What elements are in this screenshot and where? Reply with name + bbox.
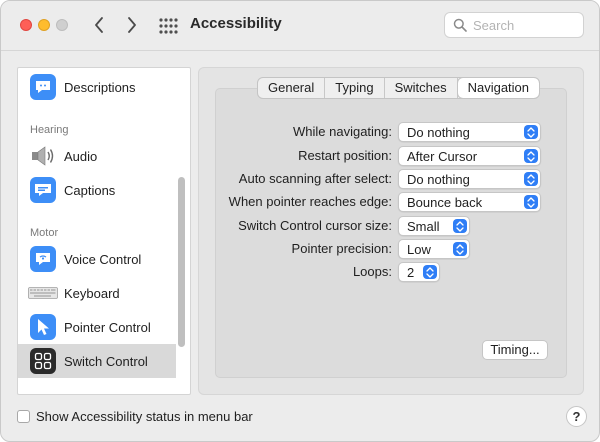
- chevron-left-icon: [95, 17, 103, 33]
- sidebar-item-voice-control[interactable]: Voice Control: [18, 242, 176, 276]
- speech-bubble-icon: [30, 74, 56, 100]
- up-down-arrows-icon: [423, 265, 437, 279]
- sidebar-item-label: Captions: [64, 182, 116, 198]
- cursor-size-label: Switch Control cursor size:: [238, 218, 392, 233]
- up-down-arrows-icon: [524, 195, 538, 209]
- sidebar-item-captions[interactable]: Captions: [18, 173, 176, 207]
- sidebar-item-label: Voice Control: [64, 251, 142, 267]
- show-status-checkbox[interactable]: [17, 410, 30, 423]
- popup-value: 2: [407, 265, 415, 280]
- section-heading-motor: Motor: [30, 227, 59, 239]
- section-heading-hearing: Hearing: [30, 124, 69, 136]
- up-down-arrows-icon: [524, 125, 538, 139]
- pointer-precision-label: Pointer precision:: [291, 241, 392, 256]
- sidebar-item-label: Audio: [64, 148, 98, 164]
- popup-value: Small: [407, 219, 440, 234]
- tab-navigation[interactable]: Navigation: [457, 78, 540, 98]
- tab-typing[interactable]: Typing: [325, 78, 385, 98]
- popup-value: Bounce back: [407, 195, 483, 210]
- restart-position-label: Restart position:: [298, 148, 392, 163]
- auto-scanning-label: Auto scanning after select:: [238, 171, 392, 186]
- voice-control-icon: [30, 246, 56, 272]
- speaker-icon: [30, 143, 56, 169]
- search-field[interactable]: [444, 12, 584, 38]
- loops-label: Loops:: [352, 264, 392, 279]
- captions-icon: [30, 177, 56, 203]
- auto-scanning-popup[interactable]: Do nothing: [398, 169, 541, 189]
- sidebar-item-label: Pointer Control: [64, 319, 151, 335]
- sidebar-item-keyboard[interactable]: Keyboard: [18, 276, 176, 310]
- up-down-arrows-icon: [524, 149, 538, 163]
- up-down-arrows-icon: [453, 219, 467, 233]
- popup-value: Do nothing: [407, 172, 470, 187]
- show-all-button[interactable]: [158, 16, 178, 36]
- cursor-size-popup[interactable]: Small: [398, 216, 470, 236]
- timing-button[interactable]: Timing...: [482, 340, 548, 360]
- restart-position-popup[interactable]: After Cursor: [398, 146, 541, 166]
- sidebar-item-label: Descriptions: [64, 79, 136, 95]
- tab-switches[interactable]: Switches: [385, 78, 458, 98]
- sidebar-item-pointer-control[interactable]: Pointer Control: [18, 310, 176, 344]
- back-button[interactable]: [88, 13, 110, 37]
- sidebar-item-descriptions[interactable]: Descriptions: [18, 70, 176, 104]
- minimize-window-button[interactable]: [38, 19, 50, 31]
- tab-general[interactable]: General: [258, 78, 326, 98]
- pointer-edge-popup[interactable]: Bounce back: [398, 192, 541, 212]
- sidebar: Descriptions Hearing Audio Captions Moto…: [17, 67, 191, 395]
- popup-value: Low: [407, 242, 431, 257]
- while-navigating-popup[interactable]: Do nothing: [398, 122, 541, 142]
- show-status-label: Show Accessibility status in menu bar: [36, 409, 253, 424]
- pointer-icon: [30, 314, 56, 340]
- popup-value: Do nothing: [407, 125, 470, 140]
- switch-control-icon: [30, 348, 56, 374]
- help-button[interactable]: ?: [566, 406, 587, 427]
- up-down-arrows-icon: [453, 242, 467, 256]
- window-title: Accessibility: [190, 15, 282, 32]
- sidebar-item-audio[interactable]: Audio: [18, 139, 176, 173]
- zoom-window-button[interactable]: [56, 19, 68, 31]
- popup-value: After Cursor: [407, 149, 478, 164]
- title-bar: Accessibility: [1, 1, 599, 51]
- search-icon: [453, 18, 467, 32]
- up-down-arrows-icon: [524, 172, 538, 186]
- close-window-button[interactable]: [20, 19, 32, 31]
- grid-icon: [159, 18, 178, 34]
- forward-button[interactable]: [121, 13, 143, 37]
- sidebar-item-label: Keyboard: [64, 285, 120, 301]
- pointer-precision-popup[interactable]: Low: [398, 239, 470, 259]
- tab-bar: General Typing Switches Navigation: [257, 77, 541, 99]
- loops-popup[interactable]: 2: [398, 262, 440, 282]
- while-navigating-label: While navigating:: [293, 124, 392, 139]
- search-input[interactable]: [473, 17, 578, 34]
- preferences-window: Accessibility Descriptions Hearing Audio…: [0, 0, 600, 442]
- chevron-right-icon: [128, 17, 136, 33]
- sidebar-item-label: Switch Control: [64, 353, 148, 369]
- pointer-edge-label: When pointer reaches edge:: [228, 194, 392, 209]
- keyboard-icon: [28, 280, 58, 306]
- sidebar-scrollbar[interactable]: [178, 177, 185, 347]
- sidebar-item-switch-control[interactable]: Switch Control: [18, 344, 176, 378]
